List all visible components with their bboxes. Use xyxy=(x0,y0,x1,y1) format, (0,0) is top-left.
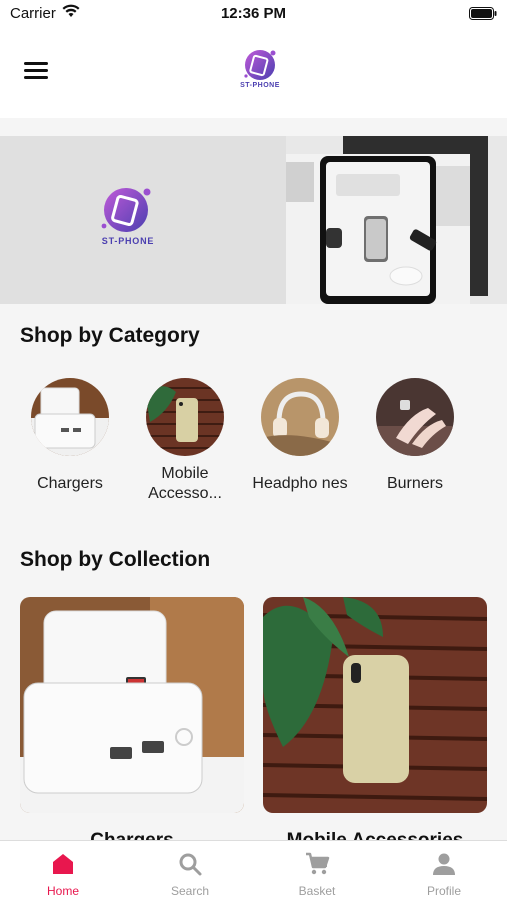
category-burners[interactable]: Burners xyxy=(360,378,470,504)
banner-logo-text: ST-PHONE xyxy=(101,236,155,246)
category-image xyxy=(261,378,339,456)
category-section-title: Shop by Category xyxy=(20,324,200,347)
tab-label: Basket xyxy=(298,884,336,898)
banner-logo: ST-PHONE xyxy=(92,184,164,248)
menu-icon[interactable] xyxy=(24,62,48,82)
tab-home[interactable]: Home xyxy=(0,841,126,900)
status-bar: Carrier 12:36 PM xyxy=(0,0,507,28)
category-image xyxy=(31,378,109,456)
collection-card-mobile-accessories[interactable] xyxy=(263,597,487,813)
tab-label: Home xyxy=(46,884,79,898)
header-logo-text: ST-PHONE xyxy=(240,82,280,89)
category-label: Mobile Accesso... xyxy=(148,465,222,502)
profile-icon xyxy=(433,853,455,875)
tab-basket[interactable]: Basket xyxy=(254,841,380,900)
category-label: Burners xyxy=(386,475,444,492)
collection-image xyxy=(20,597,244,813)
logo-icon xyxy=(101,188,151,232)
search-icon xyxy=(179,853,202,876)
battery-icon xyxy=(469,7,497,20)
cart-icon xyxy=(306,852,330,875)
header-logo: ST-PHONE xyxy=(237,48,283,94)
logo-icon xyxy=(244,50,276,80)
tab-bar: Home Search Basket Profile xyxy=(0,840,507,900)
tab-label: Search xyxy=(170,884,210,898)
category-label: Headpho nes xyxy=(252,475,348,492)
tab-label: Profile xyxy=(426,884,461,898)
home-icon xyxy=(53,854,73,874)
collection-section-title: Shop by Collection xyxy=(20,548,211,571)
banner-devices-image xyxy=(286,136,507,304)
category-label: Chargers xyxy=(37,475,103,492)
collection-card-chargers[interactable] xyxy=(20,597,244,813)
promo-banner[interactable]: ST-PHONE xyxy=(0,136,507,304)
category-headphones[interactable]: Headpho nes xyxy=(245,378,355,504)
collection-image xyxy=(263,597,487,813)
category-image xyxy=(146,378,224,456)
category-chargers[interactable]: Chargers xyxy=(15,378,125,504)
category-image xyxy=(376,378,454,456)
tab-search[interactable]: Search xyxy=(127,841,253,900)
tab-profile[interactable]: Profile xyxy=(381,841,507,900)
category-mobile-accessories[interactable]: Mobile Accesso... xyxy=(130,378,240,504)
app-header: ST-PHONE xyxy=(0,28,507,118)
clock-label: 12:36 PM xyxy=(220,5,287,22)
